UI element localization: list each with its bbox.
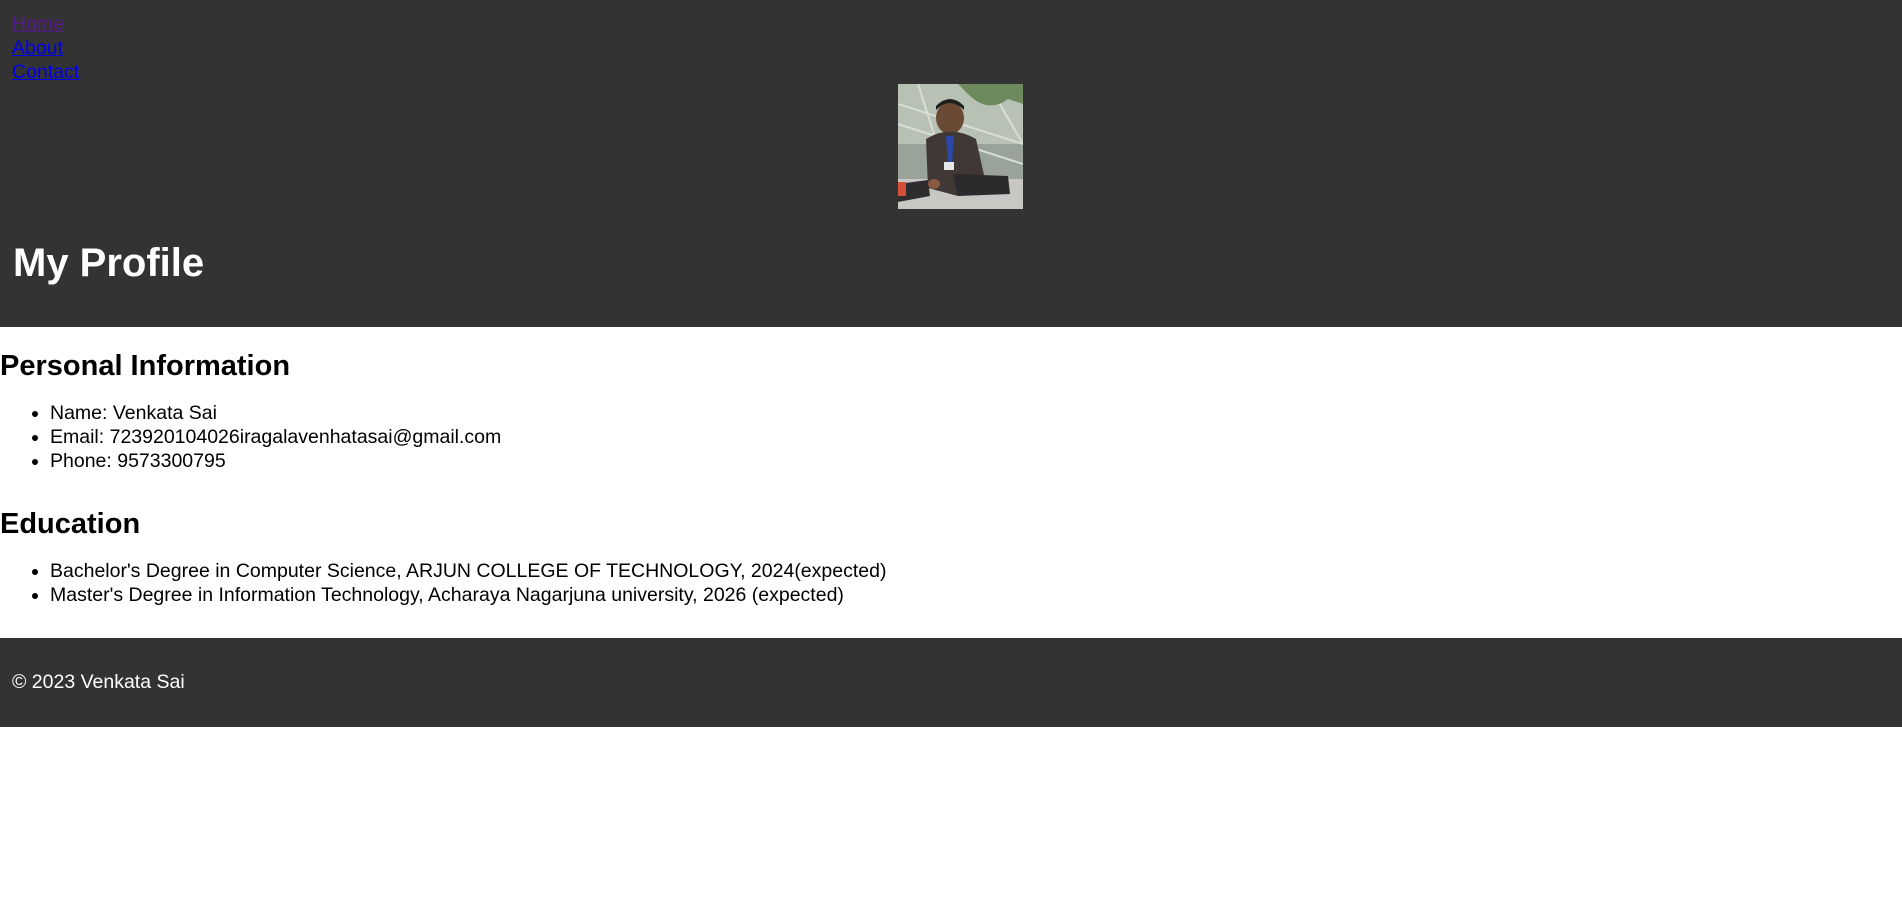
- top-nav: Home About Contact: [12, 12, 79, 84]
- profile-photo-image: [898, 84, 1023, 209]
- list-item: Master's Degree in Information Technolog…: [50, 583, 886, 607]
- personal-info-heading: Personal Information: [0, 350, 291, 382]
- list-item: Phone: 9573300795: [50, 449, 501, 473]
- main-content: Personal Information Name: Venkata Sai E…: [0, 327, 1902, 638]
- nav-link-home[interactable]: Home: [12, 12, 79, 36]
- list-item: Bachelor's Degree in Computer Science, A…: [50, 559, 886, 583]
- education-heading: Education: [0, 508, 141, 540]
- site-footer: © 2023 Venkata Sai: [0, 638, 1902, 727]
- nav-link-contact[interactable]: Contact: [12, 60, 79, 84]
- profile-photo: [898, 84, 1023, 209]
- education-list: Bachelor's Degree in Computer Science, A…: [0, 559, 886, 607]
- personal-info-list: Name: Venkata Sai Email: 723920104026ira…: [0, 401, 501, 473]
- nav-link-about[interactable]: About: [12, 36, 79, 60]
- list-item: Email: 723920104026iragalavenhatasai@gma…: [50, 425, 501, 449]
- list-item: Name: Venkata Sai: [50, 401, 501, 425]
- copyright-text: © 2023 Venkata Sai: [12, 671, 185, 693]
- page-title: My Profile: [13, 241, 205, 285]
- site-header: Home About Contact My Profile: [0, 0, 1902, 327]
